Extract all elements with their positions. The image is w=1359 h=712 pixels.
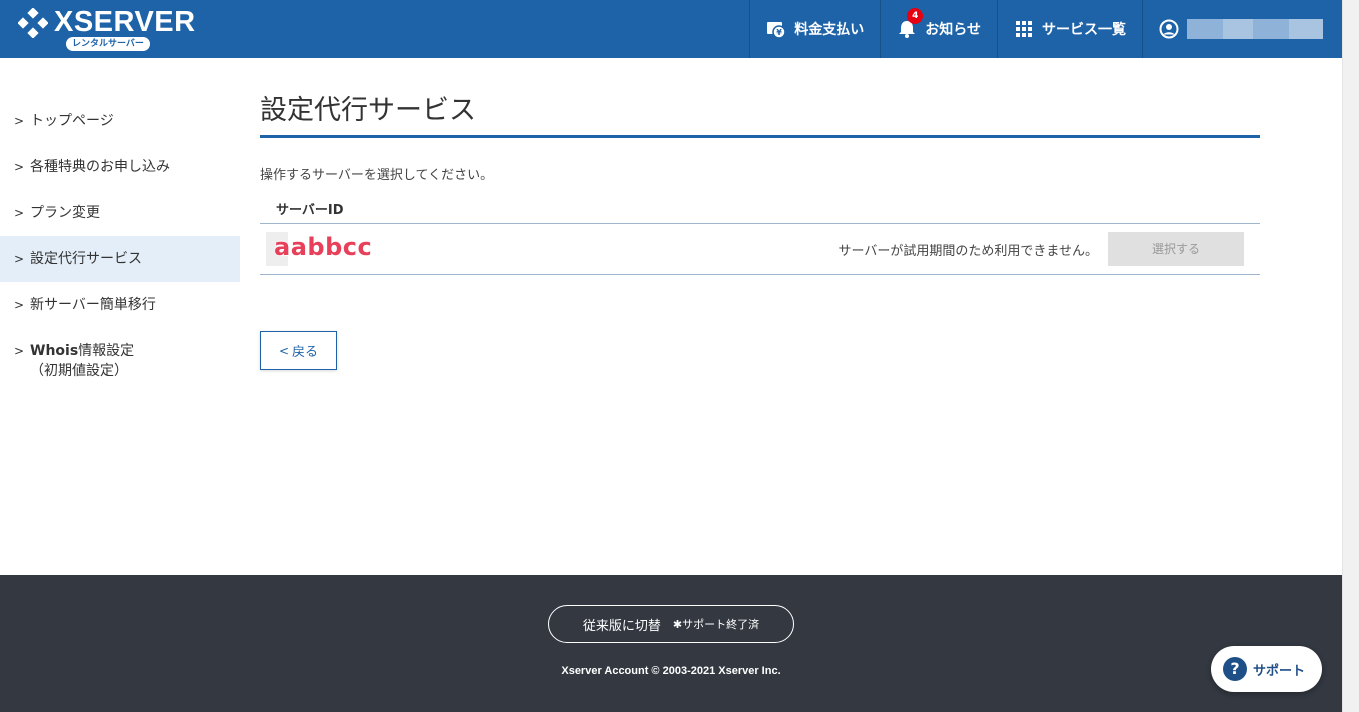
page-title: 設定代行サービス bbox=[260, 94, 1260, 138]
legacy-note: ✱サポート終了済 bbox=[673, 616, 759, 632]
sidebar: > トップページ > 各種特典のお申し込み > プラン変更 > 設定代行サービス… bbox=[0, 98, 240, 392]
legacy-button-label: 従来版に切替 bbox=[582, 618, 661, 634]
sidebar-item-setup-service[interactable]: > 設定代行サービス bbox=[0, 236, 240, 282]
scrollbar[interactable] bbox=[1342, 0, 1359, 712]
sidebar-item-whois[interactable]: > Whois情報設定 （初期値設定） bbox=[0, 328, 240, 392]
chevron-left-icon: < bbox=[278, 343, 290, 358]
chevron-right-icon: > bbox=[14, 206, 25, 220]
nav-services-label: サービス一覧 bbox=[1042, 22, 1126, 38]
user-icon bbox=[1159, 19, 1179, 39]
sidebar-item-label-bold: Whois bbox=[30, 343, 79, 359]
header-nav: ¥ 料金支払い 4 お知らせ サービス一覧 bbox=[749, 0, 1342, 58]
support-label: サポート bbox=[1253, 663, 1306, 679]
sidebar-item-benefits[interactable]: > 各種特典のお申し込み bbox=[0, 144, 240, 190]
nav-notifications[interactable]: 4 お知らせ bbox=[880, 0, 997, 58]
grid-icon bbox=[1016, 21, 1032, 37]
sidebar-item-label: 新サーバー簡単移行 bbox=[30, 297, 156, 313]
chevron-right-icon: > bbox=[14, 160, 25, 174]
instruction-text: 操作するサーバーを選択してください。 bbox=[260, 168, 494, 183]
copyright: Xserver Account © 2003-2021 Xserver Inc. bbox=[561, 665, 781, 677]
svg-text:¥: ¥ bbox=[776, 28, 782, 37]
support-button[interactable]: ? サポート bbox=[1211, 646, 1322, 692]
nav-billing-label: 料金支払い bbox=[794, 22, 865, 38]
unavailable-message: サーバーが試用期間のため利用できません。 bbox=[838, 244, 1098, 259]
sidebar-item-label: トップページ bbox=[30, 113, 114, 129]
select-button-disabled[interactable]: 選択する bbox=[1108, 232, 1244, 266]
logo-text: XSERVER bbox=[54, 6, 196, 38]
logo-subtitle: レンタルサーバー bbox=[66, 37, 150, 51]
sidebar-item-whois-text: Whois情報設定 （初期値設定） bbox=[30, 341, 134, 381]
user-name-redacted bbox=[1187, 19, 1323, 39]
server-id: aabbcc bbox=[274, 233, 373, 261]
sidebar-item-label: 設定代行サービス bbox=[30, 251, 142, 267]
main-content: 設定代行サービス 操作するサーバーを選択してください。 サーバーID aabbc… bbox=[260, 58, 1260, 370]
sidebar-item-label: プラン変更 bbox=[30, 205, 100, 221]
sidebar-item-plan-change[interactable]: > プラン変更 bbox=[0, 190, 240, 236]
table-header-server-id: サーバーID bbox=[260, 202, 1260, 224]
header: XSERVER レンタルサーバー ¥ 料金支払い 4 お知らせ サービス一覧 bbox=[0, 0, 1342, 58]
switch-legacy-button[interactable]: 従来版に切替 ✱サポート終了済 bbox=[548, 605, 794, 643]
nav-notifications-label: お知らせ bbox=[925, 22, 981, 38]
billing-icon: ¥ bbox=[767, 22, 787, 39]
sidebar-item-label: 情報設定 bbox=[78, 343, 135, 359]
chevron-right-icon: > bbox=[14, 344, 25, 358]
asterisk-icon: ✱ bbox=[672, 618, 683, 631]
legacy-note-text: サポート終了済 bbox=[682, 618, 760, 631]
question-icon: ? bbox=[1223, 657, 1247, 681]
sidebar-item-top-page[interactable]: > トップページ bbox=[0, 98, 240, 144]
footer: 従来版に切替 ✱サポート終了済 Xserver Account © 2003-2… bbox=[0, 575, 1342, 712]
sidebar-item-label: 各種特典のお申し込み bbox=[30, 159, 170, 175]
xserver-logo[interactable]: XSERVER レンタルサーバー bbox=[18, 6, 198, 54]
sidebar-item-sublabel: （初期値設定） bbox=[30, 363, 128, 379]
nav-user-menu[interactable] bbox=[1142, 0, 1342, 58]
chevron-right-icon: > bbox=[14, 298, 25, 312]
sidebar-item-server-migration[interactable]: > 新サーバー簡単移行 bbox=[0, 282, 240, 328]
back-button[interactable]: < 戻る bbox=[260, 331, 337, 370]
nav-services[interactable]: サービス一覧 bbox=[997, 0, 1142, 58]
back-button-label: 戻る bbox=[292, 345, 319, 360]
table-row: aabbcc サーバーが試用期間のため利用できません。 選択する bbox=[260, 224, 1260, 275]
notification-badge: 4 bbox=[907, 8, 924, 24]
chevron-right-icon: > bbox=[14, 252, 25, 266]
logo-mark-icon bbox=[18, 8, 48, 38]
chevron-right-icon: > bbox=[14, 114, 25, 128]
nav-billing[interactable]: ¥ 料金支払い bbox=[749, 0, 880, 58]
